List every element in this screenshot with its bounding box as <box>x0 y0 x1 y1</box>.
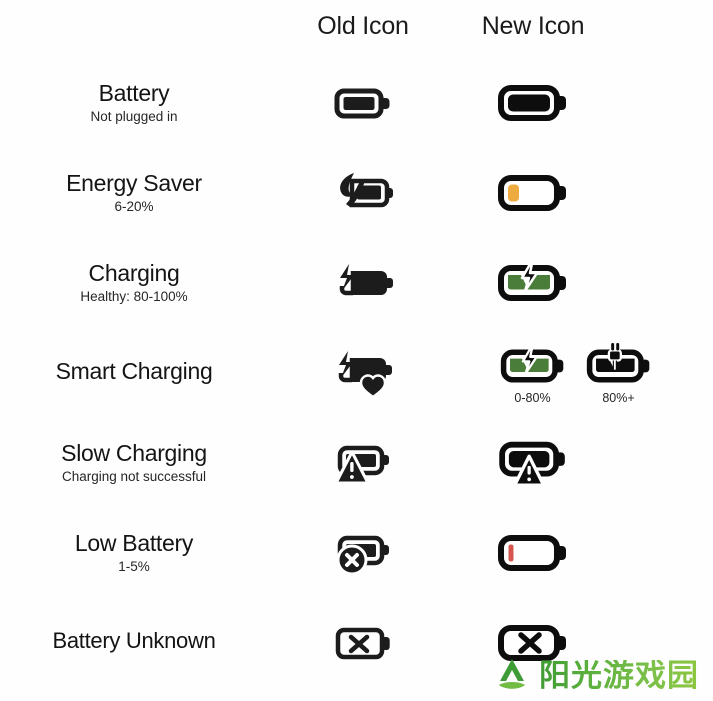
table-row: Smart Charging 0-80% 80%+ <box>0 328 713 418</box>
row-label-cell: Battery Unknown <box>0 598 268 688</box>
old-icon-cell <box>268 148 458 238</box>
new-icon-cell <box>438 508 628 598</box>
row-label-cell: Battery Not plugged in <box>0 58 268 148</box>
watermark: 阳光游戏园 <box>493 657 699 693</box>
row-label-cell: Smart Charging <box>0 328 268 418</box>
row-label: Slow Charging <box>61 440 207 467</box>
table-row: Low Battery 1-5% <box>0 508 713 598</box>
row-label-cell: Energy Saver 6-20% <box>0 148 268 238</box>
row-label: Battery <box>98 80 170 107</box>
new-icon-stack <box>496 436 570 491</box>
new-icon-stack <box>496 257 570 310</box>
watermark-text: 阳光游戏园 <box>539 657 699 693</box>
new-icon-cell: 0-80% 80%+ <box>438 328 713 418</box>
row-label-cell: Slow Charging Charging not successful <box>0 418 268 508</box>
row-sublabel: 1-5% <box>118 558 150 574</box>
column-headers: Old Icon New Icon <box>0 12 713 60</box>
row-sublabel: Charging not successful <box>61 468 207 484</box>
battery-smart-charging-new-icon <box>499 342 567 390</box>
table-row: Battery Not plugged in <box>0 58 713 148</box>
battery-warning-old-icon <box>332 437 394 489</box>
table-row: Energy Saver 6-20% <box>0 148 713 238</box>
new-icon-caption: 80%+ <box>602 390 635 405</box>
new-icon-cell <box>438 238 628 328</box>
battery-plug-new-icon <box>585 342 653 390</box>
table-row: Charging Healthy: 80-100% <box>0 238 713 328</box>
battery-charging-old-icon <box>332 258 394 308</box>
row-label: Energy Saver <box>66 170 202 197</box>
battery-energy-saver-new-icon <box>496 169 570 217</box>
old-icon-cell <box>268 328 458 418</box>
battery-heart-old-icon <box>331 347 395 399</box>
battery-leaf-old-icon <box>332 168 394 218</box>
new-icon-cell <box>438 58 628 148</box>
mountain-logo-icon <box>493 657 531 693</box>
row-label: Charging <box>88 260 180 287</box>
battery-warning-new-icon <box>496 436 570 490</box>
battery-error-old-icon <box>332 527 394 579</box>
old-icon-cell <box>268 508 458 598</box>
row-label-cell: Low Battery 1-5% <box>0 508 268 598</box>
old-icon-cell <box>268 238 458 328</box>
new-icon-cell <box>438 418 628 508</box>
new-icon-stack <box>496 169 570 218</box>
column-header-old-icon: Old Icon <box>317 12 409 40</box>
new-icon-cell <box>438 148 628 238</box>
row-sublabel: 6-20% <box>114 198 154 214</box>
icon-comparison-page: Old Icon New Icon Battery Not plugged in <box>0 0 713 701</box>
row-label: Battery Unknown <box>52 628 216 654</box>
row-label-cell: Charging Healthy: 80-100% <box>0 238 268 328</box>
row-sublabel: Not plugged in <box>90 108 178 124</box>
battery-full-old-icon <box>332 81 394 125</box>
new-icon-stack: 80%+ <box>585 342 653 405</box>
old-icon-cell <box>268 58 458 148</box>
table-row: Slow Charging Charging not successful <box>0 418 713 508</box>
battery-charging-new-icon <box>496 257 570 309</box>
new-icon-stack <box>496 529 570 578</box>
column-header-new-icon: New Icon <box>481 12 585 40</box>
battery-low-new-icon <box>496 529 570 577</box>
new-icon-stack <box>496 79 570 128</box>
battery-unknown-old-icon <box>332 621 394 665</box>
row-sublabel: Healthy: 80-100% <box>80 288 188 304</box>
new-icon-stack: 0-80% <box>499 342 567 405</box>
old-icon-cell <box>268 598 458 688</box>
row-label: Low Battery <box>74 530 194 557</box>
row-label: Smart Charging <box>55 357 213 384</box>
old-icon-cell <box>268 418 458 508</box>
battery-full-new-icon <box>496 79 570 127</box>
new-icon-caption: 0-80% <box>514 390 551 405</box>
